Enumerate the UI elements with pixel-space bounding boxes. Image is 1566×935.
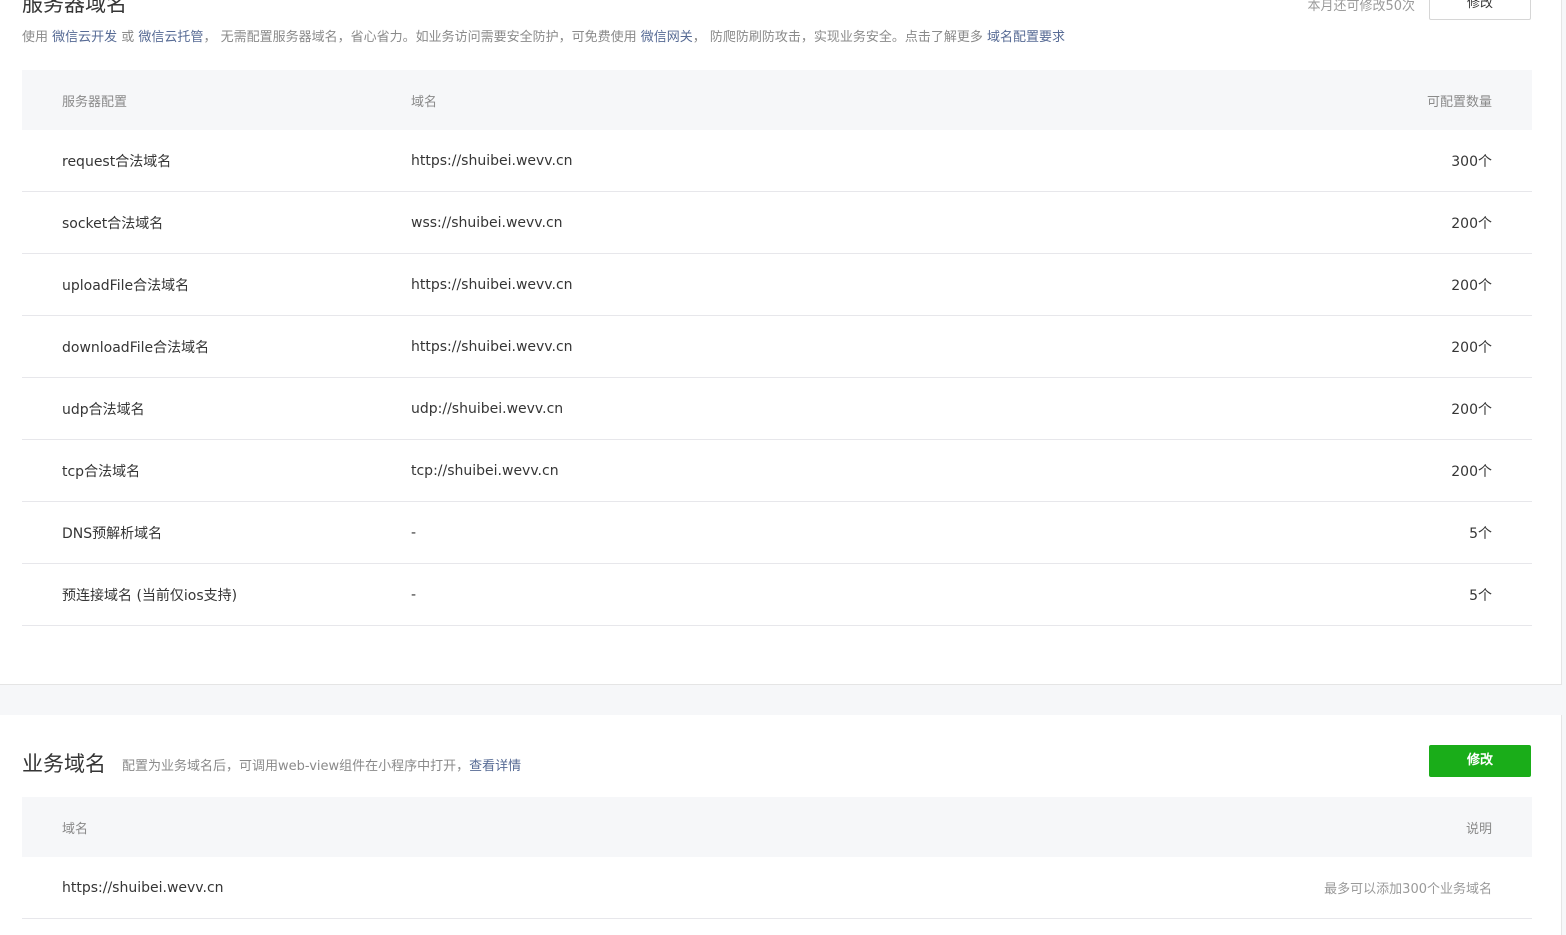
- cell-domain: https://shuibei.wevv.cn: [411, 276, 573, 293]
- desc-text-4: ， 防爬防刷防攻击，实现业务安全。点击了解更多: [692, 30, 987, 45]
- table-row: request合法域名 https://shuibei.wevv.cn 300个: [22, 130, 1532, 192]
- server-domain-modify-button[interactable]: 修改: [1429, 0, 1531, 20]
- cell-count: 5个: [1469, 525, 1492, 542]
- cell-config: downloadFile合法域名: [62, 339, 210, 356]
- wechat-cloud-dev-link[interactable]: 微信云开发: [52, 30, 117, 45]
- column-header-domain: 域名: [62, 821, 89, 837]
- wechat-gateway-link[interactable]: 微信网关: [641, 30, 693, 45]
- domain-requirements-link[interactable]: 域名配置要求: [987, 30, 1065, 45]
- page-scrollbar[interactable]: [1562, 0, 1566, 921]
- modify-quota-note: 本月还可修改50次: [1307, 0, 1415, 14]
- cell-domain: https://shuibei.wevv.cn: [62, 879, 224, 896]
- cell-count: 200个: [1451, 277, 1492, 294]
- cell-domain: udp://shuibei.wevv.cn: [411, 400, 564, 417]
- cell-config: 预连接域名 (当前仅ios支持): [62, 587, 238, 604]
- server-domain-title: 服务器域名: [22, 0, 127, 16]
- table-row: socket合法域名 wss://shuibei.wevv.cn 200个: [22, 192, 1532, 254]
- cell-count: 300个: [1451, 153, 1492, 170]
- table-row: DNS预解析域名 - 5个: [22, 502, 1532, 564]
- wechat-cloud-hosting-link[interactable]: 微信云托管: [138, 30, 203, 45]
- cell-domain: tcp://shuibei.wevv.cn: [411, 462, 559, 479]
- desc-text-1: 使用: [22, 30, 53, 45]
- server-domain-table: 服务器配置 域名 可配置数量 request合法域名 https://shuibe…: [22, 70, 1532, 626]
- view-details-link[interactable]: 查看详情: [469, 759, 521, 774]
- table-body: request合法域名 https://shuibei.wevv.cn 300个 so…: [22, 130, 1532, 626]
- cell-count: 200个: [1451, 339, 1492, 356]
- cell-domain: https://shuibei.wevv.cn: [411, 338, 573, 355]
- cell-count: 200个: [1451, 463, 1492, 480]
- cell-domain: wss://shuibei.wevv.cn: [411, 214, 563, 231]
- column-header-note: 说明: [1465, 821, 1492, 837]
- table-row: downloadFile合法域名 https://shuibei.wevv.cn 2…: [22, 316, 1532, 378]
- desc-text-3: ， 无需配置服务器域名，省心省力。如业务访问需要安全防护，可免费使用: [203, 30, 641, 45]
- table-header: 域名 说明: [22, 797, 1532, 857]
- cell-config: request合法域名: [62, 153, 172, 170]
- cell-count: 5个: [1469, 587, 1492, 604]
- table-row: uploadFile合法域名 https://shuibei.wevv.cn 200…: [22, 254, 1532, 316]
- business-desc-text: 配置为业务域名后，可调用web-view组件在小程序中打开，: [122, 759, 470, 774]
- business-domain-panel: 业务域名 配置为业务域名后，可调用web-view组件在小程序中打开，查看详情 …: [0, 715, 1562, 935]
- table-header: 服务器配置 域名 可配置数量: [22, 70, 1532, 130]
- desc-text-2: 或: [117, 30, 139, 45]
- cell-domain: -: [411, 586, 417, 603]
- business-domain-table: 域名 说明 https://shuibei.wevv.cn 最多可以添加300个业…: [22, 797, 1532, 919]
- business-domain-modify-button[interactable]: 修改: [1429, 745, 1531, 777]
- server-domain-description: 使用 微信云开发 或 微信云托管， 无需配置服务器域名，省心省力。如业务访问需要…: [22, 26, 1065, 45]
- cell-config: tcp合法域名: [62, 463, 141, 480]
- table-row: https://shuibei.wevv.cn 最多可以添加300个业务域名: [22, 857, 1532, 919]
- cell-domain: -: [411, 524, 417, 541]
- table-row: 预连接域名 (当前仅ios支持) - 5个: [22, 564, 1532, 626]
- server-domain-panel: 服务器域名 本月还可修改50次 修改 使用 微信云开发 或 微信云托管， 无需配…: [0, 0, 1562, 685]
- cell-config: DNS预解析域名: [62, 525, 163, 542]
- cell-domain: https://shuibei.wevv.cn: [411, 152, 573, 169]
- column-header-domain: 域名: [411, 94, 438, 110]
- business-domain-description: 配置为业务域名后，可调用web-view组件在小程序中打开，查看详情: [122, 755, 521, 774]
- column-header-config: 服务器配置: [62, 94, 128, 110]
- table-row: tcp合法域名 tcp://shuibei.wevv.cn 200个: [22, 440, 1532, 502]
- cell-config: uploadFile合法域名: [62, 277, 190, 294]
- cell-count: 200个: [1451, 215, 1492, 232]
- table-row: udp合法域名 udp://shuibei.wevv.cn 200个: [22, 378, 1532, 440]
- cell-config: socket合法域名: [62, 215, 164, 232]
- cell-note: 最多可以添加300个业务域名: [1324, 882, 1492, 897]
- business-domain-title: 业务域名: [22, 752, 106, 776]
- cell-config: udp合法域名: [62, 401, 145, 418]
- cell-count: 200个: [1451, 401, 1492, 418]
- column-header-count: 可配置数量: [1426, 94, 1492, 110]
- table-body: https://shuibei.wevv.cn 最多可以添加300个业务域名: [22, 857, 1532, 919]
